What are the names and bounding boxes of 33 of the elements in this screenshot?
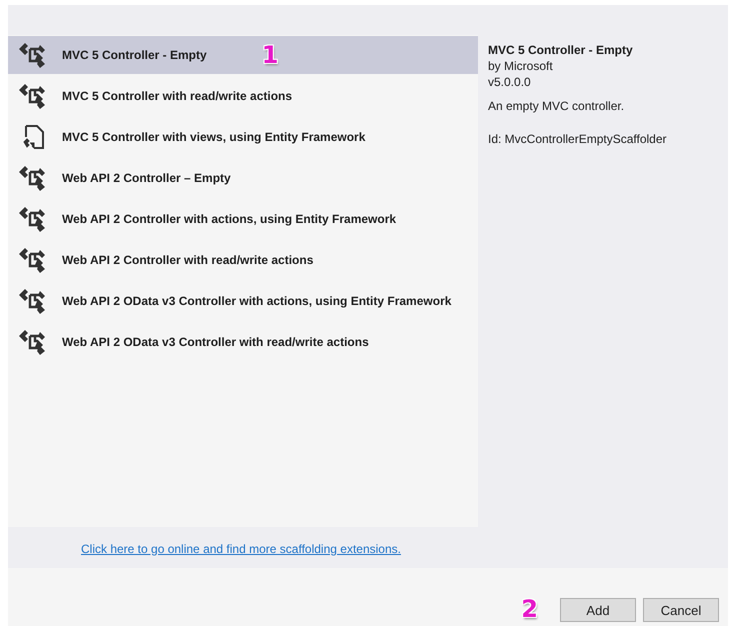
- branch-arrows-icon: [18, 164, 48, 192]
- callout-number: 2: [521, 597, 538, 621]
- branch-arrows-icon: [18, 246, 48, 274]
- author-text: by Microsoft: [488, 58, 554, 74]
- template-list-item[interactable]: Web API 2 Controller with read/write actions: [8, 241, 478, 279]
- template-list-item[interactable]: MVC 5 Controller with read/write actions: [8, 77, 478, 115]
- item-label: Web API 2 Controller with read/write actions: [62, 253, 314, 267]
- template-list-item[interactable]: Web API 2 OData v3 Controller with actions, using Entity Framework: [8, 282, 478, 320]
- template-list-item[interactable]: MVC 5 Controller - Empty 1: [8, 36, 478, 74]
- description-text: An empty MVC controller.: [488, 98, 626, 114]
- template-list-item[interactable]: Web API 2 Controller with actions, using Entity Framework: [8, 200, 478, 238]
- item-label: Web API 2 Controller with actions, using Entity Framework: [62, 212, 396, 226]
- branch-arrows-icon: [18, 82, 48, 110]
- item-label: Web API 2 OData v3 Controller with actions, using Entity Framework: [62, 294, 452, 308]
- id-text: Id: MvcControllerEmptyScaffolder: [488, 131, 668, 147]
- item-label: MVC 5 Controller - Empty: [62, 48, 207, 62]
- template-list-item[interactable]: Web API 2 OData v3 Controller with read/write actions: [8, 323, 478, 361]
- item-label: MVC 5 Controller with views, using Entity Framework: [62, 130, 366, 144]
- branch-arrows-icon: [18, 328, 48, 356]
- template-list-item[interactable]: MVC 5 Controller with views, using Entity Framework: [8, 118, 478, 156]
- item-label: Web API 2 OData v3 Controller with read/write actions: [62, 335, 369, 349]
- branch-arrows-icon: [18, 287, 48, 315]
- online-link[interactable]: Click here to go online and find more scaffolding extensions.: [81, 542, 401, 556]
- item-label: Web API 2 Controller – Empty: [62, 171, 231, 185]
- branch-arrows-icon: [18, 205, 48, 233]
- add-button[interactable]: Add: [560, 598, 636, 622]
- branch-arrows-icon: [18, 41, 48, 69]
- template-list-item[interactable]: Web API 2 Controller – Empty: [8, 159, 478, 197]
- callout-number: 1: [262, 43, 278, 67]
- item-label: MVC 5 Controller with read/write actions: [62, 89, 292, 103]
- cancel-button[interactable]: Cancel: [643, 598, 719, 622]
- details-title: MVC 5 Controller - Empty: [488, 42, 634, 58]
- version-text: v5.0.0.0: [488, 74, 532, 90]
